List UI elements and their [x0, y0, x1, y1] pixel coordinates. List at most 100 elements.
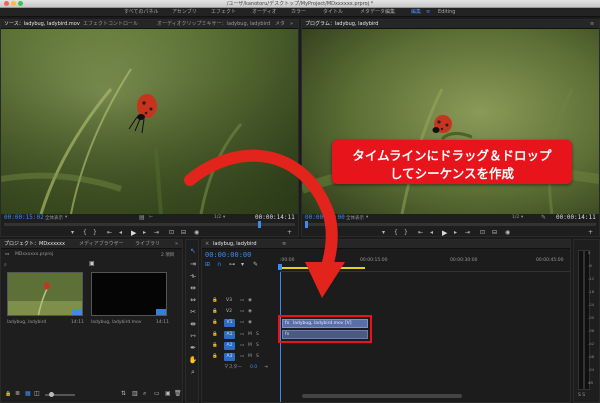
mute-icon[interactable]: M [248, 352, 252, 362]
program-zoom-select[interactable]: 全体表示 [346, 215, 364, 221]
tab-audio-clip-mixer[interactable]: オーディオクリップミキサー：ladybug, ladybird [157, 20, 270, 29]
lock-icon[interactable]: 🔒 [212, 296, 218, 306]
panel-menu-icon[interactable]: ≡ [590, 20, 594, 29]
step-forward-icon[interactable]: ▸ [143, 229, 146, 237]
find-icon[interactable]: ⌕ [143, 390, 146, 398]
lock-icon[interactable]: 🔒 [5, 390, 11, 398]
track-label-v1[interactable]: V1 [224, 319, 235, 327]
eye-icon[interactable]: ◉ [248, 318, 252, 328]
master-volume[interactable]: 0.0 [250, 363, 257, 373]
tab-effect-controls[interactable]: エフェクトコントロール [83, 20, 138, 29]
project-item-clip-thumb[interactable] [91, 272, 167, 316]
tab-sequence[interactable]: ladybug, ladybird [213, 240, 257, 249]
mark-out-icon[interactable]: } [404, 229, 408, 237]
chevron-down-icon[interactable]: ▾ [521, 215, 523, 220]
workspace-editing-jp[interactable]: 編集 [411, 8, 421, 17]
step-back-icon[interactable]: ◂ [430, 229, 433, 237]
mark-in-icon[interactable]: { [394, 229, 398, 237]
workspace-metadata[interactable]: メタデータ編集 [360, 8, 395, 17]
timeline-settings-icon[interactable]: ✎ [253, 261, 258, 269]
razor-tool-icon[interactable]: ✂ [188, 307, 198, 317]
tab-libraries[interactable]: ライブラリ [135, 240, 160, 249]
overwrite-icon[interactable]: ⊟ [181, 229, 186, 237]
pen-tool-icon[interactable]: ✒ [188, 343, 198, 353]
trash-icon[interactable]: 🗑 [174, 390, 182, 398]
list-view-icon[interactable]: ≣ [15, 390, 20, 398]
insert-icon[interactable]: ⊡ [169, 229, 174, 237]
meter-solo-buttons[interactable]: S S [578, 393, 585, 398]
play-icon[interactable]: ▶ [442, 229, 447, 237]
workspace-titles[interactable]: タイトル [323, 8, 343, 17]
timeline-horizontal-scrollbar[interactable] [302, 394, 462, 398]
add-marker-icon[interactable]: ▾ [241, 261, 244, 269]
settings-icon[interactable]: ▤ [139, 214, 145, 221]
rolling-edit-tool-icon[interactable]: ⇹ [188, 283, 198, 293]
tab-media-browser[interactable]: メディアブラウザー [79, 240, 124, 249]
sync-lock-icon[interactable]: ▭ [240, 318, 244, 328]
add-button-icon[interactable]: + [588, 229, 593, 237]
timeline-ruler[interactable]: :00:00 00:00:15:00 00:00:30:00 00:00:45:… [278, 250, 570, 272]
chevron-down-icon[interactable]: ▾ [65, 215, 67, 220]
workspace-editing[interactable]: Editing [438, 8, 455, 17]
track-label-a2[interactable]: A2 [224, 342, 235, 350]
search-icon[interactable]: ⌕ [4, 262, 7, 268]
tab-program[interactable]: プログラム：ladybug, ladybird [305, 20, 378, 29]
mute-icon[interactable]: M [248, 330, 252, 340]
track-label-a1[interactable]: A1 [224, 331, 235, 339]
sync-lock-icon[interactable]: ▭ [240, 341, 244, 351]
mute-icon[interactable]: M [248, 341, 252, 351]
close-tab-icon[interactable]: × [205, 240, 209, 249]
play-icon[interactable]: ▶ [131, 229, 136, 237]
solo-icon[interactable]: S [256, 352, 259, 362]
source-insert-icon[interactable]: ⊢ [149, 215, 153, 220]
extract-icon[interactable]: ⊟ [492, 229, 497, 237]
hand-tool-icon[interactable]: ✋ [188, 355, 198, 365]
sync-lock-icon[interactable]: ▭ [240, 307, 244, 317]
go-to-in-icon[interactable]: ⇤ [418, 229, 423, 237]
mark-out-icon[interactable]: } [93, 229, 97, 237]
lock-icon[interactable]: 🔒 [212, 330, 218, 340]
zoom-slider[interactable] [45, 392, 75, 397]
sync-lock-icon[interactable]: ▭ [240, 352, 244, 362]
eye-icon[interactable]: ◉ [248, 296, 252, 306]
playhead-handle[interactable] [278, 264, 282, 270]
tab-project[interactable]: プロジェクト：MDxxxxxx [4, 240, 65, 249]
lock-icon[interactable]: 🔒 [212, 307, 218, 317]
slip-tool-icon[interactable]: ⇼ [188, 319, 198, 329]
solo-icon[interactable]: S [256, 341, 259, 351]
playhead-handle[interactable] [258, 221, 261, 228]
timeline-timecode[interactable]: 00:00:00:00 [205, 251, 251, 259]
source-scrubber[interactable] [4, 221, 295, 228]
new-item-icon[interactable]: ▣ [165, 390, 171, 398]
source-zoom-select[interactable]: 全体表示 [45, 215, 63, 221]
source-resolution[interactable]: 1/2 [214, 215, 221, 220]
mark-in-icon[interactable]: { [83, 229, 87, 237]
automate-icon[interactable]: ▥ [132, 390, 138, 398]
export-frame-icon[interactable]: ◉ [505, 229, 510, 237]
project-item-sequence-thumb[interactable] [7, 272, 83, 316]
chevron-down-icon[interactable]: ▾ [223, 215, 225, 220]
solo-icon[interactable]: S [256, 330, 259, 340]
program-scrubber[interactable] [305, 221, 596, 228]
ripple-edit-tool-icon[interactable]: ⟛ [188, 271, 198, 281]
sync-lock-icon[interactable]: ▭ [240, 330, 244, 340]
workspace-all-panels[interactable]: すべてのパネル [124, 8, 158, 17]
workspace-color[interactable]: カラー [291, 8, 306, 17]
lift-icon[interactable]: ⊡ [480, 229, 485, 237]
sync-lock-icon[interactable]: ▭ [240, 296, 244, 306]
lock-icon[interactable]: 🔒 [212, 318, 218, 328]
lock-icon[interactable]: 🔒 [212, 352, 218, 362]
step-back-icon[interactable]: ◂ [119, 229, 122, 237]
program-timecode[interactable]: 00:00:00:00 [305, 214, 345, 221]
tab-metadata[interactable]: メタ [275, 20, 285, 29]
zoom-slider-handle[interactable] [49, 392, 54, 397]
track-label-v2[interactable]: V2 [226, 307, 232, 317]
snap-icon[interactable]: ∩ [217, 261, 221, 269]
workspace-effects[interactable]: エフェクト [211, 8, 236, 17]
new-bin-icon[interactable]: ▣ [89, 260, 95, 267]
add-marker-icon[interactable]: ▾ [382, 229, 385, 237]
export-frame-icon[interactable]: ◉ [194, 229, 199, 237]
add-button-icon[interactable]: + [287, 229, 292, 237]
program-resolution[interactable]: 1/2 [512, 215, 519, 220]
wrench-icon[interactable]: ✎ [541, 214, 546, 221]
